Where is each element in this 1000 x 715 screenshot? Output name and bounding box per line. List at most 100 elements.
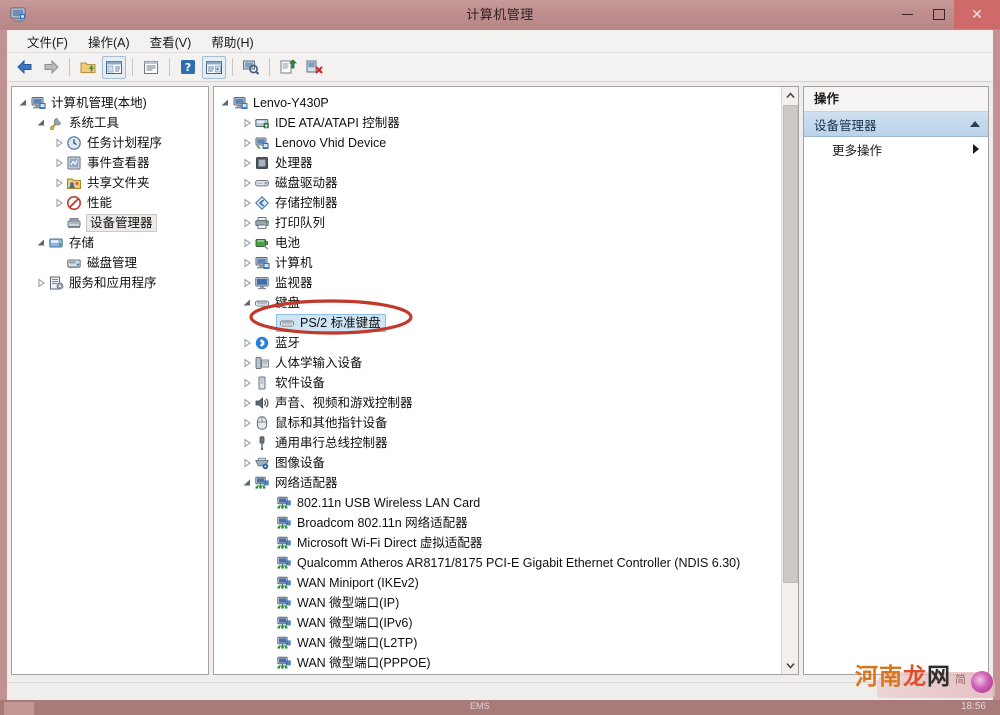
- twisty-expanded-icon[interactable]: [34, 116, 48, 130]
- twisty-collapsed-icon[interactable]: [52, 196, 66, 210]
- twisty-collapsed-icon[interactable]: [34, 276, 48, 290]
- tree-item[interactable]: 网络适配器: [214, 473, 798, 493]
- twisty-collapsed-icon[interactable]: [240, 376, 254, 390]
- toolbar-separator-5: [269, 58, 270, 76]
- twisty-collapsed-icon[interactable]: [240, 356, 254, 370]
- tree-item[interactable]: Broadcom 802.11n 网络适配器: [214, 513, 798, 533]
- tree-item[interactable]: 性能: [12, 193, 208, 213]
- tree-item[interactable]: 系统工具: [12, 113, 208, 133]
- tree-item[interactable]: PS/2 标准键盘: [214, 313, 798, 333]
- tree-item[interactable]: WAN 微型端口(L2TP): [214, 633, 798, 653]
- twisty-expanded-icon[interactable]: [34, 236, 48, 250]
- twisty-collapsed-icon[interactable]: [240, 116, 254, 130]
- scrollbar-up-arrow[interactable]: [782, 87, 798, 104]
- tree-item[interactable]: 监视器: [214, 273, 798, 293]
- twisty-collapsed-icon[interactable]: [240, 436, 254, 450]
- menu-view[interactable]: 查看(V): [140, 30, 202, 53]
- tree-item[interactable]: WAN 微型端口(IP): [214, 593, 798, 613]
- tree-item[interactable]: Lenvo-Y430P: [214, 93, 798, 113]
- tree-item[interactable]: 打印队列: [214, 213, 798, 233]
- tree-item[interactable]: WAN 微型端口(PPPOE): [214, 653, 798, 673]
- menu-help[interactable]: 帮助(H): [201, 30, 263, 53]
- properties-button[interactable]: [139, 56, 163, 79]
- scan-hardware-button[interactable]: [239, 56, 263, 79]
- tree-item[interactable]: 存储: [12, 233, 208, 253]
- tree-item[interactable]: 计算机: [214, 253, 798, 273]
- tree-item[interactable]: 人体学输入设备: [214, 353, 798, 373]
- tree-item[interactable]: 键盘: [214, 293, 798, 313]
- twisty-collapsed-icon[interactable]: [52, 136, 66, 150]
- uninstall-device-button[interactable]: [302, 56, 326, 79]
- tree-item[interactable]: WAN Miniport (IKEv2): [214, 573, 798, 593]
- close-button[interactable]: ✕: [954, 0, 1000, 29]
- tree-item[interactable]: 设备管理器: [12, 213, 208, 233]
- tree-item[interactable]: Microsoft Wi-Fi Direct 虚拟适配器: [214, 533, 798, 553]
- menubar: 文件(F) 操作(A) 查看(V) 帮助(H): [7, 30, 993, 53]
- tree-item[interactable]: 鼠标和其他指针设备: [214, 413, 798, 433]
- back-button[interactable]: [13, 56, 37, 79]
- tree-item-content: 计算机: [254, 255, 313, 271]
- twisty-collapsed-icon[interactable]: [240, 336, 254, 350]
- twisty-expanded-icon[interactable]: [16, 96, 30, 110]
- twisty-collapsed-icon[interactable]: [240, 256, 254, 270]
- tree-item[interactable]: 磁盘驱动器: [214, 173, 798, 193]
- maximize-button[interactable]: [923, 0, 954, 29]
- console-tree[interactable]: 计算机管理(本地) 系统工具 任务计划程序 事件查看器 共享文件夹 性能 设备管理器 存储 磁盘…: [12, 87, 208, 293]
- menu-file[interactable]: 文件(F): [17, 30, 78, 53]
- tree-item[interactable]: 软件设备: [214, 373, 798, 393]
- tree-item[interactable]: 磁盘管理: [12, 253, 208, 273]
- disk-management-icon: [67, 259, 81, 269]
- minimize-button[interactable]: [892, 0, 923, 29]
- tree-item[interactable]: 事件查看器: [12, 153, 208, 173]
- tree-item[interactable]: 通用串行总线控制器: [214, 433, 798, 453]
- twisty-collapsed-icon[interactable]: [240, 456, 254, 470]
- twisty-collapsed-icon[interactable]: [240, 276, 254, 290]
- twisty-expanded-icon[interactable]: [240, 476, 254, 490]
- twisty-collapsed-icon[interactable]: [240, 156, 254, 170]
- menu-action[interactable]: 操作(A): [78, 30, 140, 53]
- update-driver-button[interactable]: [276, 56, 300, 79]
- scrollbar-down-arrow[interactable]: [782, 657, 798, 674]
- start-button[interactable]: [4, 702, 34, 715]
- tree-item[interactable]: 计算机管理(本地): [12, 93, 208, 113]
- action-more-actions[interactable]: 更多操作: [804, 137, 988, 161]
- actions-group-device-manager[interactable]: 设备管理器: [804, 112, 988, 137]
- forward-button[interactable]: [39, 56, 63, 79]
- device-tree[interactable]: Lenvo-Y430P IDE ATA/ATAPI 控制器 Lenovo Vhid …: [214, 87, 798, 674]
- up-one-level-button[interactable]: [76, 56, 100, 79]
- chevron-up-icon[interactable]: [970, 121, 980, 127]
- twisty-collapsed-icon[interactable]: [240, 396, 254, 410]
- tree-item[interactable]: WAN 微型端口(PPTP): [214, 673, 798, 674]
- tree-item[interactable]: 图像设备: [214, 453, 798, 473]
- tree-item[interactable]: WAN 微型端口(IPv6): [214, 613, 798, 633]
- tree-item[interactable]: 声音、视频和游戏控制器: [214, 393, 798, 413]
- tree-item[interactable]: Qualcomm Atheros AR8171/8175 PCI-E Gigab…: [214, 553, 798, 573]
- twisty-collapsed-icon[interactable]: [240, 136, 254, 150]
- show-hide-tree-button[interactable]: [102, 55, 126, 79]
- twisty-collapsed-icon[interactable]: [52, 176, 66, 190]
- show-hide-action-pane[interactable]: [202, 55, 226, 79]
- scrollbar-thumb[interactable]: [783, 105, 798, 583]
- tree-item[interactable]: 802.11n USB Wireless LAN Card: [214, 493, 798, 513]
- twisty-expanded-icon[interactable]: [218, 96, 232, 110]
- twisty-collapsed-icon[interactable]: [240, 216, 254, 230]
- twisty-expanded-icon[interactable]: [240, 296, 254, 310]
- tree-item[interactable]: Lenovo Vhid Device: [214, 133, 798, 153]
- device-tree-scrollbar[interactable]: [781, 87, 798, 674]
- tree-item[interactable]: 共享文件夹: [12, 173, 208, 193]
- tree-item[interactable]: 电池: [214, 233, 798, 253]
- titlebar[interactable]: 计算机管理 ✕: [0, 0, 1000, 30]
- help-button[interactable]: ?: [176, 56, 200, 79]
- twisty-collapsed-icon[interactable]: [240, 236, 254, 250]
- tree-item[interactable]: IDE ATA/ATAPI 控制器: [214, 113, 798, 133]
- tree-item[interactable]: 任务计划程序: [12, 133, 208, 153]
- twisty-collapsed-icon[interactable]: [240, 196, 254, 210]
- tree-item[interactable]: 存储控制器: [214, 193, 798, 213]
- tree-item[interactable]: 蓝牙: [214, 333, 798, 353]
- bluetooth-icon: [254, 335, 271, 351]
- tree-item[interactable]: 服务和应用程序: [12, 273, 208, 293]
- twisty-collapsed-icon[interactable]: [52, 156, 66, 170]
- tree-item[interactable]: 处理器: [214, 153, 798, 173]
- twisty-collapsed-icon[interactable]: [240, 416, 254, 430]
- twisty-collapsed-icon[interactable]: [240, 176, 254, 190]
